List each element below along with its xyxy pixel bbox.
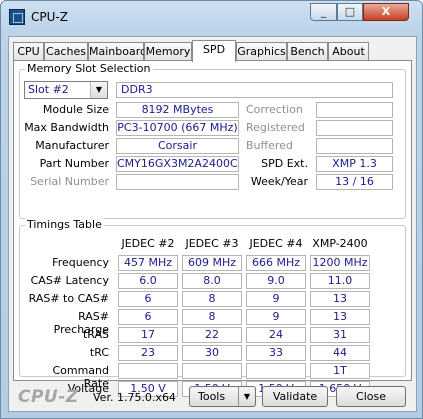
memory-slot-group: Memory Slot Selection Slot #2 ▼ DDR3 Mod… (19, 62, 406, 219)
close-window-button[interactable]: X (363, 3, 409, 21)
tab-caches[interactable]: Caches (44, 42, 88, 61)
timings-cell: 8 (182, 291, 242, 307)
timings-column-header: XMP-2400 (312, 237, 368, 250)
timings-row-label: tRAS (82, 328, 109, 341)
part-number-value: CMY16GX3M2A2400C11 (116, 156, 239, 172)
tab-graphics[interactable]: Graphics (236, 42, 287, 61)
module-size-value: 8192 MBytes (116, 102, 239, 118)
week-year-value: 13 / 16 (316, 174, 393, 190)
part-number-label: Part Number (39, 157, 109, 170)
maximize-button[interactable]: □ (337, 3, 363, 21)
timings-cell: 13 (310, 291, 370, 307)
timings-column-header: JEDEC #2 (121, 237, 175, 250)
chevron-down-icon[interactable]: ▼ (238, 387, 255, 406)
timings-cell: 666 MHz (246, 255, 306, 271)
slot-select[interactable]: Slot #2 ▼ (24, 81, 108, 99)
cpuz-logo: CPU-Z (18, 387, 79, 407)
memory-slot-group-title: Memory Slot Selection (25, 62, 153, 75)
timings-cell: 23 (118, 345, 178, 361)
serial-number-label: Serial Number (30, 175, 109, 188)
cpuz-app-icon (9, 9, 25, 25)
buffered-value (316, 138, 393, 154)
buffered-label: Buffered (246, 139, 293, 152)
timings-cell: 17 (118, 327, 178, 343)
timings-cell (246, 363, 306, 379)
timings-cell (182, 363, 242, 379)
validate-button[interactable]: Validate (262, 386, 328, 407)
timings-cell: 1200 MHz (310, 255, 370, 271)
manufacturer-value: Corsair (116, 138, 239, 154)
close-button[interactable]: Close (336, 386, 406, 407)
timings-cell: 11.0 (310, 273, 370, 289)
slot-select-value: Slot #2 (28, 83, 69, 96)
timings-row-label: tRC (89, 346, 109, 359)
timings-group: Timings Table JEDEC #2 JEDEC #3 JEDEC #4 XM… (19, 218, 406, 397)
tools-button-label: Tools (198, 390, 226, 403)
timings-cell: 457 MHz (118, 255, 178, 271)
client-area: CPU Caches Mainboard Memory SPD Graphics… (8, 36, 417, 412)
timings-cell: 44 (310, 345, 370, 361)
timings-cell: 31 (310, 327, 370, 343)
timings-row-label: Frequency (52, 256, 109, 269)
tab-cpu[interactable]: CPU (13, 42, 44, 61)
timings-cell: 9.0 (246, 273, 306, 289)
timings-cell: 1T (310, 363, 370, 379)
tools-button[interactable]: Tools ▼ (189, 386, 256, 407)
max-bandwidth-label: Max Bandwidth (24, 121, 109, 134)
timings-cell: 13 (310, 309, 370, 325)
timings-cell: 9 (246, 309, 306, 325)
timings-cell: 22 (182, 327, 242, 343)
minimize-button[interactable]: _ (310, 3, 337, 21)
timings-cell: 24 (246, 327, 306, 343)
week-year-label: Week/Year (250, 175, 308, 188)
chevron-down-icon[interactable]: ▼ (90, 82, 107, 98)
timings-cell: 9 (246, 291, 306, 307)
memory-type-field: DDR3 (116, 82, 393, 98)
window-title: CPU-Z (31, 10, 68, 24)
title-bar[interactable]: CPU-Z _ □ X (1, 1, 422, 35)
timings-cell: 6 (118, 291, 178, 307)
tab-bench[interactable]: Bench (287, 42, 328, 61)
manufacturer-label: Manufacturer (35, 139, 109, 152)
module-size-label: Module Size (42, 103, 109, 116)
timings-column-header: JEDEC #3 (185, 237, 239, 250)
spd-ext-value: XMP 1.3 (316, 156, 393, 172)
serial-number-value (116, 174, 239, 190)
timings-group-title: Timings Table (25, 218, 104, 231)
registered-value (316, 120, 393, 136)
timings-cell: 8.0 (182, 273, 242, 289)
timings-row-label: RAS# to CAS# (28, 292, 109, 305)
timings-cell: 6.0 (118, 273, 178, 289)
timings-cell (118, 363, 178, 379)
timings-cell: 33 (246, 345, 306, 361)
timings-cell: 609 MHz (182, 255, 242, 271)
correction-label: Correction (246, 103, 303, 116)
timings-column-header: JEDEC #4 (249, 237, 303, 250)
cpuz-window: CPU-Z _ □ X CPU Caches Mainboard Memory … (0, 0, 423, 419)
correction-value (316, 102, 393, 118)
spd-panel: Memory Slot Selection Slot #2 ▼ DDR3 Mod… (13, 60, 412, 397)
registered-label: Registered (246, 121, 305, 134)
timings-cell: 30 (182, 345, 242, 361)
tab-memory[interactable]: Memory (144, 42, 192, 61)
spd-ext-label: SPD Ext. (261, 157, 308, 170)
tab-mainboard[interactable]: Mainboard (88, 42, 147, 61)
timings-cell: 8 (182, 309, 242, 325)
timings-row-label: CAS# Latency (30, 274, 109, 287)
timings-cell: 6 (118, 309, 178, 325)
max-bandwidth-value: PC3-10700 (667 MHz) (116, 120, 239, 136)
version-label: Ver. 1.75.0.x64 (93, 391, 176, 404)
tab-about[interactable]: About (328, 42, 369, 61)
tab-spd[interactable]: SPD (192, 40, 236, 62)
